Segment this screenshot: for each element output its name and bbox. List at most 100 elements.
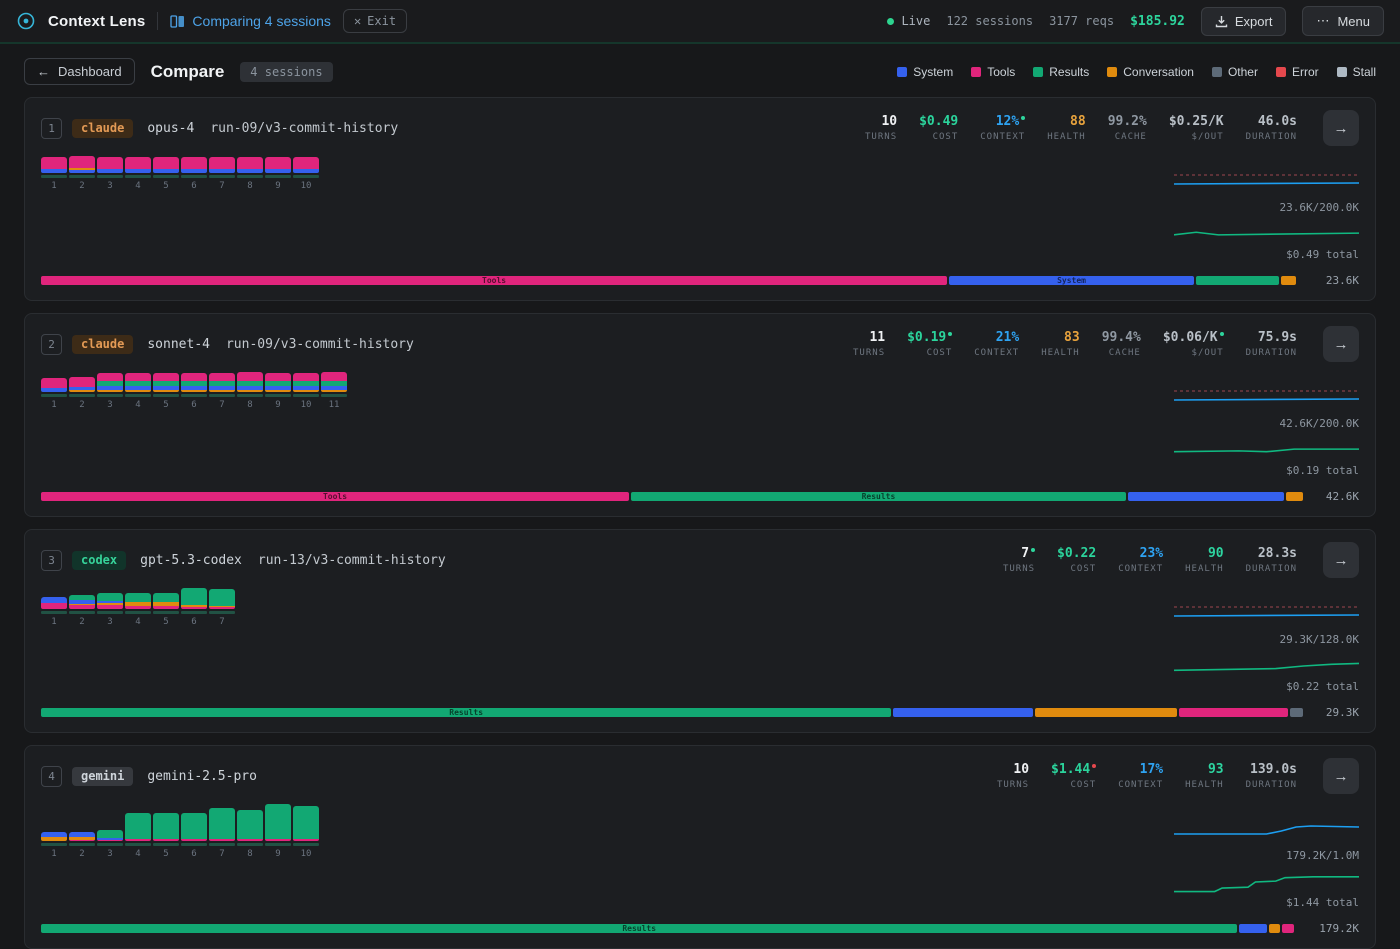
sparkline-panel: 23.6K/200.0K $0.49 total (1174, 156, 1359, 261)
requests-count: 3177 reqs (1049, 14, 1114, 28)
status-dot-icon (1092, 764, 1096, 768)
arrow-right-icon: → (1334, 768, 1349, 785)
turn-bar: 3 (97, 373, 123, 411)
open-session-button[interactable]: → (1323, 110, 1359, 146)
arrow-right-icon: → (1334, 120, 1349, 137)
open-session-button[interactable]: → (1323, 758, 1359, 794)
turn-bar: 3 (97, 157, 123, 192)
app-title: Context Lens (48, 13, 145, 30)
sparkline-panel: 29.3K/128.0K $0.22 total (1174, 588, 1359, 693)
flow-segment-system (1239, 924, 1267, 933)
open-session-button[interactable]: → (1323, 326, 1359, 362)
cache-base-strip (237, 394, 263, 397)
legend-item-stall[interactable]: Stall (1337, 65, 1376, 79)
stat-cache: 99.2% CACHE (1108, 114, 1147, 142)
stat-context: 23% CONTEXT (1118, 546, 1163, 574)
exit-button[interactable]: ✕ Exit (343, 9, 407, 33)
stat-context: 12% CONTEXT (980, 114, 1025, 142)
token-flow-row: Results 29.3K (41, 706, 1359, 719)
run-name: run-09/v3-commit-history (226, 337, 414, 352)
flow-segment-tools: Tools (41, 276, 947, 285)
cache-base-strip (125, 175, 151, 178)
cache-base-strip (125, 843, 151, 846)
cost-total-label: $0.22 total (1174, 680, 1359, 693)
cost-total-label: $0.19 total (1174, 464, 1359, 477)
turn-bar: 8 (237, 810, 263, 860)
session-index: 1 (41, 118, 62, 139)
dashboard-back-button[interactable]: ← Dashboard (24, 58, 135, 85)
session-stats: 10 TURNS $1.44 COST 17% CONTEXT 93 HEALT… (993, 762, 1297, 790)
session-card[interactable]: 3 codex gpt-5.3-codex run-13/v3-commit-h… (24, 529, 1376, 733)
model-name: gpt-5.3-codex (140, 553, 242, 568)
legend-item-error[interactable]: Error (1276, 65, 1319, 79)
session-cards: 1 claude opus-4 run-09/v3-commit-history… (0, 97, 1400, 949)
cache-base-strip (209, 843, 235, 846)
stat-health: 93 HEALTH (1185, 762, 1224, 790)
cache-base-strip (97, 394, 123, 397)
session-card[interactable]: 4 gemini gemini-2.5-pro 10 TURNS $1.44 C… (24, 745, 1376, 949)
legend-item-results[interactable]: Results (1033, 65, 1089, 79)
turn-bar: 7 (209, 589, 235, 628)
session-card[interactable]: 1 claude opus-4 run-09/v3-commit-history… (24, 97, 1376, 301)
session-index: 4 (41, 766, 62, 787)
token-flow-bar: Tools Results (41, 492, 1303, 501)
status-dot-icon (1021, 116, 1025, 120)
cache-base-strip (41, 175, 67, 178)
stat-cache: 99.4% CACHE (1102, 330, 1141, 358)
session-card-header: 1 claude opus-4 run-09/v3-commit-history… (41, 110, 1359, 146)
turn-bar: 4 (125, 157, 151, 192)
legend-swatch-icon (1033, 67, 1043, 77)
menu-button[interactable]: ⋯ Menu (1302, 6, 1384, 36)
cache-base-strip (237, 843, 263, 846)
page-title: Compare (151, 62, 225, 82)
turn-bar: 5 (153, 813, 179, 860)
cache-base-strip (181, 175, 207, 178)
turn-bar: 8 (237, 372, 263, 411)
stat-duration: 46.0s DURATION (1246, 114, 1297, 142)
legend-item-tools[interactable]: Tools (971, 65, 1015, 79)
flow-segment-tools (1179, 708, 1289, 717)
turn-bar: 3 (97, 593, 123, 628)
context-sparkline: 179.2K/1.0M (1174, 818, 1359, 862)
session-card-body: 1 2 3 4 5 6 7 (41, 372, 1359, 477)
stat-health: 83 HEALTH (1041, 330, 1080, 358)
flow-segment-results: Results (41, 708, 891, 717)
flow-segment-conversation (1281, 276, 1296, 285)
status-dot-icon (1031, 548, 1035, 552)
turn-bars-chart: 1 2 3 4 5 6 7 (41, 804, 1174, 860)
turn-bar: 2 (69, 832, 95, 860)
token-flow-row: Tools Results 42.6K (41, 490, 1359, 503)
context-sparkline: 42.6K/200.0K (1174, 386, 1359, 430)
comparing-sessions-link[interactable]: Comparing 4 sessions (170, 13, 331, 29)
stat-context: 17% CONTEXT (1118, 762, 1163, 790)
turn-bar: 2 (69, 377, 95, 411)
cache-base-strip (153, 611, 179, 614)
cache-base-strip (153, 843, 179, 846)
context-sparkline: 23.6K/200.0K (1174, 170, 1359, 214)
session-card-body: 1 2 3 4 5 6 7 (41, 588, 1359, 693)
stat-health: 88 HEALTH (1047, 114, 1086, 142)
legend-item-conversation[interactable]: Conversation (1107, 65, 1194, 79)
cache-base-strip (41, 394, 67, 397)
flow-segment-other (1290, 708, 1303, 717)
cost-sparkline: $0.19 total (1174, 437, 1359, 477)
open-session-button[interactable]: → (1323, 542, 1359, 578)
stat-turns: 11 TURNS (849, 330, 885, 358)
turn-bars-chart: 1 2 3 4 5 6 7 (41, 156, 1174, 192)
cache-base-strip (97, 611, 123, 614)
model-name: gemini-2.5-pro (147, 769, 257, 784)
stat-turns: 7 TURNS (999, 546, 1035, 574)
legend-item-system[interactable]: System (897, 65, 953, 79)
legend-swatch-icon (971, 67, 981, 77)
cache-base-strip (293, 843, 319, 846)
cache-base-strip (41, 611, 67, 614)
cost-sparkline: $0.49 total (1174, 221, 1359, 261)
export-button[interactable]: Export (1201, 7, 1287, 36)
cache-base-strip (69, 394, 95, 397)
legend-item-other[interactable]: Other (1212, 65, 1258, 79)
token-total-label: 23.6K (1315, 274, 1359, 287)
session-card[interactable]: 2 claude sonnet-4 run-09/v3-commit-histo… (24, 313, 1376, 517)
flow-segment-system: System (949, 276, 1194, 285)
flow-segment-tools: Tools (41, 492, 629, 501)
turn-bar: 8 (237, 157, 263, 192)
